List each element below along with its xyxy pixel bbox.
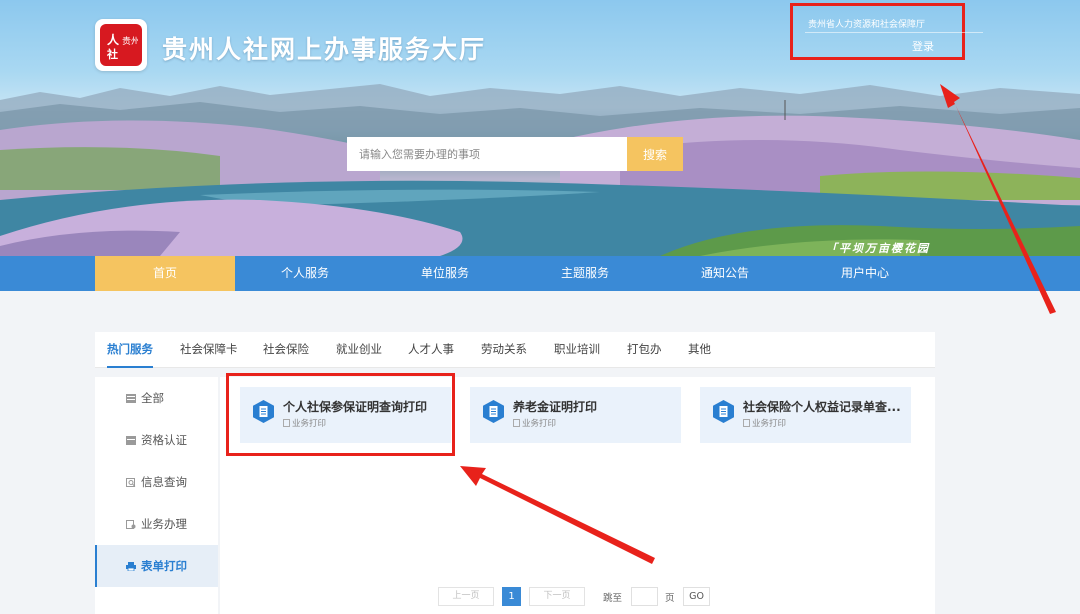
nav-item-personal[interactable]: 个人服务 xyxy=(235,256,375,291)
svg-text:贵州: 贵州 xyxy=(122,35,138,47)
sidebar-item-certification[interactable]: 资格认证 xyxy=(95,419,218,461)
gear-doc-icon xyxy=(126,520,136,529)
tab-vocational-training[interactable]: 职业培训 xyxy=(554,332,600,368)
svg-text:社: 社 xyxy=(106,47,118,61)
sidebar-item-form-print[interactable]: 表单打印 xyxy=(95,545,218,587)
service-card-title: 社会保险个人权益记录单查... xyxy=(743,400,901,414)
tab-social-security-card[interactable]: 社会保障卡 xyxy=(180,332,238,368)
service-card-tag: 业务打印 xyxy=(743,417,786,429)
list-icon xyxy=(126,394,136,403)
service-card-title: 养老金证明打印 xyxy=(513,400,598,414)
sidebar-item-all[interactable]: 全部 xyxy=(95,377,218,419)
sidebar-item-label: 资格认证 xyxy=(141,433,187,447)
login-link[interactable]: 登录 xyxy=(912,38,934,54)
card-icon xyxy=(126,436,136,445)
tab-bundle[interactable]: 打包办 xyxy=(627,332,662,368)
svg-text:人: 人 xyxy=(107,32,120,47)
scenic-caption: 「平坝万亩樱花园 xyxy=(826,242,930,255)
nav-item-home[interactable]: 首页 xyxy=(95,256,235,291)
logo-seal: 人 社 贵州 xyxy=(100,24,142,66)
tag-doc-icon xyxy=(743,419,750,427)
site-title: 贵州人社网上办事服务大厅 xyxy=(162,35,487,64)
sidebar-item-label: 业务办理 xyxy=(141,517,187,531)
service-card-tag: 业务打印 xyxy=(513,417,556,429)
service-card-pension-proof[interactable]: 养老金证明打印 业务打印 xyxy=(470,387,681,443)
tag-doc-icon xyxy=(283,419,290,427)
tab-employment[interactable]: 就业创业 xyxy=(336,332,382,368)
nav-item-user-center[interactable]: 用户中心 xyxy=(795,256,935,291)
prev-page-button[interactable]: 上一页 xyxy=(438,587,494,606)
nav-item-employer[interactable]: 单位服务 xyxy=(375,256,515,291)
nav-item-theme[interactable]: 主题服务 xyxy=(515,256,655,291)
tab-social-insurance[interactable]: 社会保险 xyxy=(263,332,309,368)
tag-doc-icon xyxy=(513,419,520,427)
sidebar-item-label: 表单打印 xyxy=(141,559,187,573)
category-sidebar: 全部 资格认证 信息查询 业务办理 表单打印 xyxy=(95,377,218,614)
main-nav: 首页 个人服务 单位服务 主题服务 通知公告 用户中心 xyxy=(0,256,1080,291)
printer-icon xyxy=(126,562,136,571)
search-input[interactable] xyxy=(347,137,627,171)
tab-labor-relations[interactable]: 劳动关系 xyxy=(481,332,527,368)
department-name: 贵州省人力资源和社会保障厅 xyxy=(808,20,926,30)
next-page-button[interactable]: 下一页 xyxy=(529,587,585,606)
header-divider xyxy=(805,32,983,33)
service-card-rights-record[interactable]: 社会保险个人权益记录单查... 业务打印 xyxy=(700,387,911,443)
tab-talent[interactable]: 人才人事 xyxy=(408,332,454,368)
page-unit-label: 页 xyxy=(665,593,675,604)
service-card-title: 个人社保参保证明查询打印 xyxy=(283,400,428,414)
logo-mark-icon: 人 社 贵州 xyxy=(106,32,138,61)
search-button[interactable]: 搜索 xyxy=(627,137,683,171)
document-hexagon-icon xyxy=(253,400,274,423)
site-logo[interactable]: 人 社 贵州 xyxy=(95,19,147,71)
nav-item-notices[interactable]: 通知公告 xyxy=(655,256,795,291)
page-jump-input[interactable] xyxy=(631,587,658,606)
search-doc-icon xyxy=(126,478,136,487)
jump-to-label: 跳至 xyxy=(603,593,623,604)
service-card-insurance-proof[interactable]: 个人社保参保证明查询打印 业务打印 xyxy=(240,387,451,443)
tab-other[interactable]: 其他 xyxy=(688,332,711,368)
document-hexagon-icon xyxy=(713,400,734,423)
sidebar-item-label: 信息查询 xyxy=(141,475,187,489)
document-hexagon-icon xyxy=(483,400,504,423)
sidebar-item-info-query[interactable]: 信息查询 xyxy=(95,461,218,503)
current-page-number[interactable]: 1 xyxy=(502,587,521,606)
service-tabs: 热门服务 社会保障卡 社会保险 就业创业 人才人事 劳动关系 职业培训 打包办 … xyxy=(95,332,935,368)
service-card-tag: 业务打印 xyxy=(283,417,326,429)
sidebar-item-business[interactable]: 业务办理 xyxy=(95,503,218,545)
tab-hot-services[interactable]: 热门服务 xyxy=(107,332,153,368)
sidebar-item-label: 全部 xyxy=(141,391,164,405)
go-button[interactable]: GO xyxy=(683,587,710,606)
